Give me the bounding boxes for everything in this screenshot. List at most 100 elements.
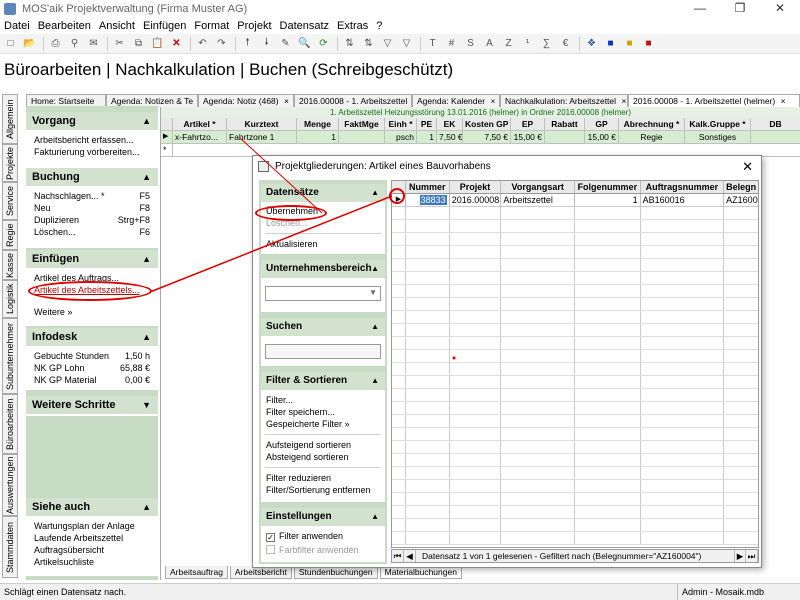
tab-arbeitszettel-1[interactable]: 2016.00008 - 1. Arbeitszettel ×: [294, 94, 412, 107]
tab-nachkalkulation[interactable]: Nachkalkulation: Arbeitszettel ×: [500, 94, 628, 107]
column-header[interactable]: Belegn: [724, 181, 758, 193]
close-icon[interactable]: ×: [621, 96, 626, 106]
vtab-projekte[interactable]: Projekte: [2, 144, 18, 182]
tab-arbeitszettel-active[interactable]: 2016.00008 - 1. Arbeitszettel (helmer) ×: [628, 94, 800, 107]
close-icon[interactable]: ×: [490, 96, 495, 106]
close-icon[interactable]: ×: [284, 96, 289, 106]
cell[interactable]: AB160016: [641, 194, 725, 206]
cell[interactable]: 1: [417, 131, 437, 143]
paste-icon[interactable]: 📋: [149, 36, 166, 52]
menu-extras[interactable]: Extras: [337, 20, 368, 32]
symbol-z-icon[interactable]: Z: [500, 36, 517, 52]
cell[interactable]: 7,50 €: [463, 131, 511, 143]
column-header[interactable]: FaktMge: [339, 118, 385, 130]
first-record-icon[interactable]: ⏮: [392, 550, 404, 562]
table-row[interactable]: ▶ x-Fahrtzo... Fahrtzone 1 1 psch 1 7,50…: [161, 131, 800, 144]
menu-projekt[interactable]: Projekt: [237, 20, 271, 32]
sidebar-item-nachschlagen[interactable]: Nachschlagen... * F5: [26, 190, 158, 202]
lock-red-icon[interactable]: ■: [640, 36, 657, 52]
open-icon[interactable]: 📂: [21, 36, 38, 52]
filter-remove-icon[interactable]: ▽: [398, 36, 415, 52]
cell[interactable]: 2016.00008: [450, 194, 502, 206]
vtab-subunternehmer[interactable]: Subunternehmer: [2, 318, 18, 394]
chevron-up-icon[interactable]: ▲: [142, 112, 151, 130]
group-header[interactable]: Datensätze ▲: [261, 184, 385, 202]
checkbox-farbfilter-anwenden[interactable]: Farbfilter anwenden: [261, 544, 385, 558]
column-header[interactable]: Kurztext: [227, 118, 297, 130]
chevron-up-icon[interactable]: ▲: [371, 184, 379, 202]
menu-format[interactable]: Format: [194, 20, 229, 32]
cell[interactable]: psch: [385, 131, 417, 143]
sidebar-item-loeschen[interactable]: Löschen... F6: [26, 226, 158, 238]
row-pointer-icon[interactable]: ▶: [161, 131, 173, 143]
group-header[interactable]: Siehe auch ▲: [26, 498, 158, 516]
chevron-up-icon[interactable]: ▲: [371, 372, 379, 390]
next-record-icon[interactable]: ▶: [734, 550, 746, 562]
redo-icon[interactable]: ↷: [213, 36, 230, 52]
cell[interactable]: [545, 131, 585, 143]
column-header[interactable]: Vorgangsart: [501, 181, 575, 193]
dialog-item-aktualisieren[interactable]: Aktualisieren: [261, 238, 385, 250]
group-header[interactable]: Filter & Sortieren ▲: [261, 372, 385, 390]
cell[interactable]: 1: [297, 131, 339, 143]
cell[interactable]: Sonstiges: [685, 131, 751, 143]
checkbox-unchecked[interactable]: [266, 545, 275, 554]
group-header[interactable]: Einfügen ▲: [26, 250, 158, 268]
checkbox-checked[interactable]: ✓: [266, 533, 275, 542]
up-icon[interactable]: 🠕: [239, 36, 256, 52]
cell[interactable]: 38833: [406, 194, 450, 206]
group-header[interactable]: Weitere Schritte ▼: [26, 396, 158, 414]
close-button[interactable]: ✕: [760, 0, 800, 17]
menu-datei[interactable]: Datei: [4, 20, 30, 32]
menu-datensatz[interactable]: Datensatz: [280, 20, 330, 32]
cell[interactable]: [339, 131, 385, 143]
column-header[interactable]: GP: [585, 118, 619, 130]
calc-icon[interactable]: ∑: [538, 36, 555, 52]
lock-blue-icon[interactable]: ■: [602, 36, 619, 52]
cut-icon[interactable]: ✂: [111, 36, 128, 52]
checkbox-filter-anwenden[interactable]: ✓ Filter anwenden: [261, 530, 385, 544]
cell[interactable]: x-Fahrtzo...: [173, 131, 227, 143]
filter-icon[interactable]: ▽: [379, 36, 396, 52]
column-header[interactable]: Kosten GP: [463, 118, 511, 130]
sidebar-item-wartungsplan[interactable]: Wartungsplan der Anlage: [26, 520, 158, 532]
dialog-item-aufsteigend[interactable]: Aufsteigend sortieren: [261, 439, 385, 451]
bereich-select[interactable]: ▼: [265, 286, 381, 301]
column-header[interactable]: Abrechnung *: [619, 118, 685, 130]
column-header[interactable]: EP: [511, 118, 545, 130]
currency-icon[interactable]: €: [557, 36, 574, 52]
tools-icon[interactable]: ❖: [583, 36, 600, 52]
vtab-service[interactable]: Service: [2, 182, 18, 220]
column-header[interactable]: DB: [751, 118, 800, 130]
group-header[interactable]: Vorgang ▲: [26, 112, 158, 130]
sidebar-item-auftragsuebersicht[interactable]: Auftragsübersicht: [26, 544, 158, 556]
prev-record-icon[interactable]: ◀: [404, 550, 416, 562]
dialog-item-absteigend[interactable]: Absteigend sortieren: [261, 451, 385, 463]
column-header[interactable]: Menge: [297, 118, 339, 130]
column-header[interactable]: Rabatt: [545, 118, 585, 130]
minimize-button[interactable]: —: [680, 0, 720, 17]
tab-agenda-kalender[interactable]: Agenda: Kalender ×: [412, 94, 500, 107]
column-header[interactable]: Folgenummer: [575, 181, 641, 193]
cell[interactable]: 7,50 €: [437, 131, 463, 143]
chevron-up-icon[interactable]: ▲: [371, 260, 379, 278]
symbol-a-icon[interactable]: A: [481, 36, 498, 52]
decimal-icon[interactable]: ¹: [519, 36, 536, 52]
group-header[interactable]: Einstellungen ▲: [261, 508, 385, 526]
chevron-down-icon[interactable]: ▼: [142, 396, 151, 414]
column-header[interactable]: PE: [417, 118, 437, 130]
sort-desc-icon[interactable]: ⇅: [360, 36, 377, 52]
cell[interactable]: [751, 131, 800, 143]
menu-einfuegen[interactable]: Einfügen: [143, 20, 186, 32]
dialog-item-filter-reduzieren[interactable]: Filter reduzieren: [261, 472, 385, 484]
group-header[interactable]: Unternehmensbereich ▲: [261, 260, 385, 278]
cell[interactable]: 15,00 €: [511, 131, 545, 143]
cell[interactable]: Arbeitszettel: [501, 194, 575, 206]
cell[interactable]: Fahrtzone 1: [227, 131, 297, 143]
menu-help[interactable]: ?: [376, 20, 382, 32]
copy-icon[interactable]: ⧉: [130, 36, 147, 52]
tab-agenda-notiz[interactable]: Agenda: Notiz (468) ×: [198, 94, 294, 107]
undo-icon[interactable]: ↶: [194, 36, 211, 52]
sidebar-item-laufende-arbeitszettel[interactable]: Laufende Arbeitszettel: [26, 532, 158, 544]
chevron-up-icon[interactable]: ▲: [371, 508, 379, 526]
